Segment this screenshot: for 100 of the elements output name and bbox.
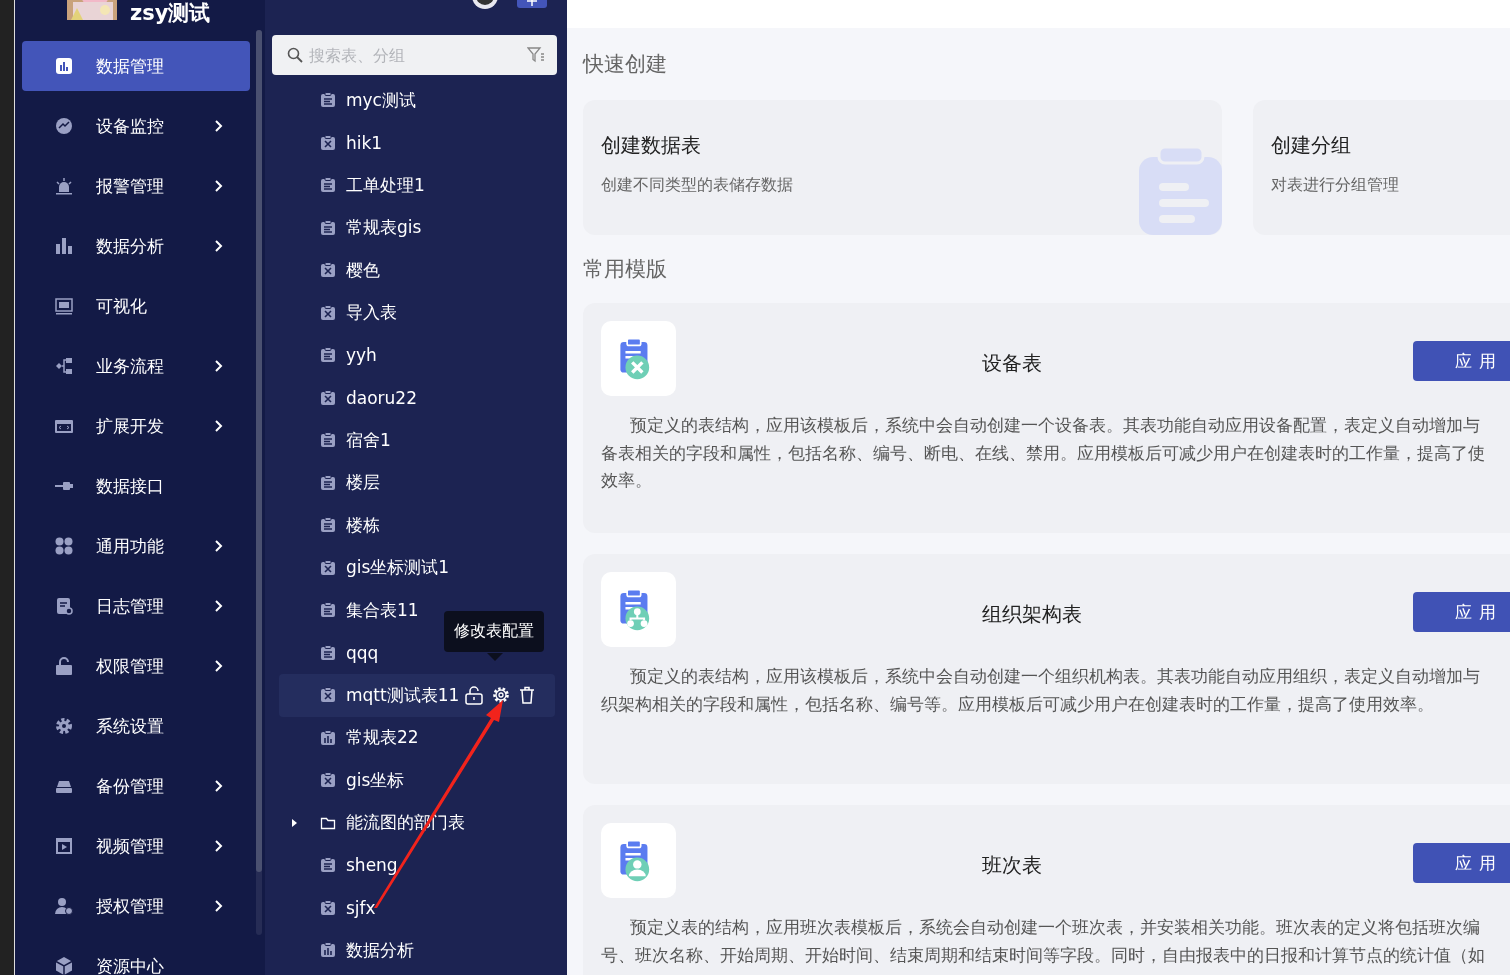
description-line: 预定义的表结构，应用该模板后，系统中会自动创建一个设备表。其表功能自动应用设备配置，表定义自动增加与: [630, 414, 1480, 437]
tool-icon: [320, 389, 336, 406]
card-subtitle: 创建不同类型的表储存数据: [601, 175, 794, 196]
lock-icon: [54, 656, 74, 676]
apply-button[interactable]: 应用: [1413, 592, 1510, 632]
bar-chart-icon: [320, 729, 336, 746]
document-icon: [320, 644, 336, 661]
section-title: 常用模版: [583, 256, 667, 283]
table-item[interactable]: 导入表: [279, 291, 397, 334]
table-item[interactable]: 楼层: [279, 461, 380, 504]
search-field[interactable]: 搜索表、分组: [272, 35, 557, 75]
document-icon: [320, 347, 336, 364]
plus-icon: [526, 0, 538, 8]
card-title: 创建分组: [1271, 132, 1352, 159]
search-icon: [287, 47, 303, 63]
menu-item[interactable]: 系统设置: [22, 701, 250, 751]
tool-icon: [320, 134, 336, 151]
apply-button[interactable]: 应用: [1413, 843, 1510, 883]
tool-icon: [320, 899, 336, 916]
table-item[interactable]: 工单处理1: [279, 164, 425, 207]
delete-icon[interactable]: [519, 686, 536, 705]
filter-icon[interactable]: [527, 46, 545, 64]
template-title: 班次表: [982, 852, 1042, 879]
menu-item[interactable]: 日志管理: [22, 581, 250, 631]
table-item[interactable]: yyh: [279, 334, 377, 377]
template-title: 设备表: [982, 350, 1042, 377]
menu-item[interactable]: 视频管理: [22, 821, 250, 871]
gauge-icon: [54, 116, 74, 136]
menu-item[interactable]: 扩展开发: [22, 401, 250, 451]
template-icon: [601, 823, 676, 898]
menu-item[interactable]: 授权管理: [22, 881, 250, 931]
card-title: 创建数据表: [601, 132, 702, 159]
tooltip: 修改表配置: [444, 611, 544, 652]
document-icon: [320, 857, 336, 874]
template-title: 组织架构表: [982, 601, 1082, 628]
menu-item[interactable]: 业务流程: [22, 341, 250, 391]
table-item[interactable]: hik1: [279, 121, 383, 164]
table-item[interactable]: gis坐标: [279, 759, 405, 802]
description-line: 效率。: [601, 469, 652, 492]
apply-button[interactable]: 应用: [1413, 341, 1510, 381]
tool-icon: [320, 772, 336, 789]
template-icon: [601, 321, 676, 396]
table-item[interactable]: 常规表22: [279, 716, 419, 759]
document-icon: [320, 92, 336, 109]
document-icon: [320, 219, 336, 236]
clipboard-icon: [1139, 147, 1222, 235]
document-icon: [320, 602, 336, 619]
table-item[interactable]: sheng: [279, 844, 398, 887]
menu-item[interactable]: 可视化: [22, 281, 250, 331]
description-line: 号、班次名称、开始周期、开始时间、结束周期和结束时间等字段。同时，自由报表中的日报和计算节点的统计值（如: [601, 943, 1485, 967]
document-icon: [320, 432, 336, 449]
scrollbar[interactable]: [256, 30, 262, 935]
tool-icon: [320, 559, 336, 576]
table-item[interactable]: 常规表gis: [279, 206, 422, 249]
create-card[interactable]: 创建分组 对表进行分组管理: [1253, 100, 1510, 235]
tooltip-pointer: [487, 653, 503, 661]
user-icon: [54, 896, 74, 916]
tool-icon: [320, 304, 336, 321]
document-icon: [320, 177, 336, 194]
create-card[interactable]: 创建数据表 创建不同类型的表储存数据: [583, 100, 1222, 235]
menu-item[interactable]: 报警管理: [22, 161, 250, 211]
bar-chart-icon: [54, 236, 74, 256]
table-item[interactable]: myc测试: [279, 79, 416, 122]
description-line: 预定义的表结构，应用该模板后，系统中会自动创建一个组织机构表。其表功能自动应用组织，表定义自动增加与: [630, 665, 1480, 688]
flow-icon: [54, 356, 74, 376]
menu-item[interactable]: 通用功能: [22, 521, 250, 571]
menu-item[interactable]: 数据接口: [22, 461, 250, 511]
tool-icon: [320, 262, 336, 279]
unlock-icon[interactable]: [465, 685, 484, 705]
table-item[interactable]: 宿舍1: [279, 419, 391, 462]
table-item[interactable]: 集合表11: [279, 589, 419, 632]
template-icon: [601, 572, 676, 647]
table-item[interactable]: 数据分析: [279, 929, 414, 972]
description-line: 织架构相关的字段和属性，包括名称、编号等。应用模板后可减少用户在创建表时的工作量，提高了使用效率。: [601, 692, 1434, 716]
menu-item[interactable]: 资源中心: [22, 941, 250, 975]
tool-icon: [320, 687, 336, 704]
section-title: 快速创建: [583, 51, 667, 78]
table-item[interactable]: mqtt测试表11: [279, 674, 555, 717]
table-item[interactable]: 楼栋: [279, 504, 380, 547]
menu-item[interactable]: 数据管理: [22, 41, 250, 91]
caret-right-icon[interactable]: [289, 817, 299, 828]
card-subtitle: 对表进行分组管理: [1271, 175, 1400, 196]
menu-item[interactable]: 权限管理: [22, 641, 250, 691]
menu-item[interactable]: 备份管理: [22, 761, 250, 811]
log-icon: [54, 596, 74, 616]
settings-icon[interactable]: [492, 686, 511, 705]
description-line: 预定义表的结构，应用班次表模板后，系统会自动创建一个班次表，并安装相关功能。班次表的定义将包括班次编: [630, 916, 1480, 939]
menu-item[interactable]: 设备监控: [22, 101, 250, 151]
description-line: 备表相关的字段和属性，包括名称、编号、断电、在线、禁用。应用模板后可减少用户在创建表时的工作量，提高了使: [601, 441, 1485, 465]
alarm-light-icon: [54, 176, 74, 196]
grid-icon: [54, 536, 74, 556]
table-item[interactable]: daoru22: [279, 376, 417, 419]
menu-item[interactable]: 数据分析: [22, 221, 250, 271]
monitor-icon: [54, 296, 74, 316]
bar-chart-icon: [320, 942, 336, 959]
table-item[interactable]: qqq: [279, 631, 379, 674]
table-item[interactable]: sjfx: [279, 886, 376, 929]
table-item[interactable]: 樱色: [279, 249, 380, 292]
table-item[interactable]: gis坐标测试1: [279, 546, 450, 589]
video-icon: [54, 836, 74, 856]
